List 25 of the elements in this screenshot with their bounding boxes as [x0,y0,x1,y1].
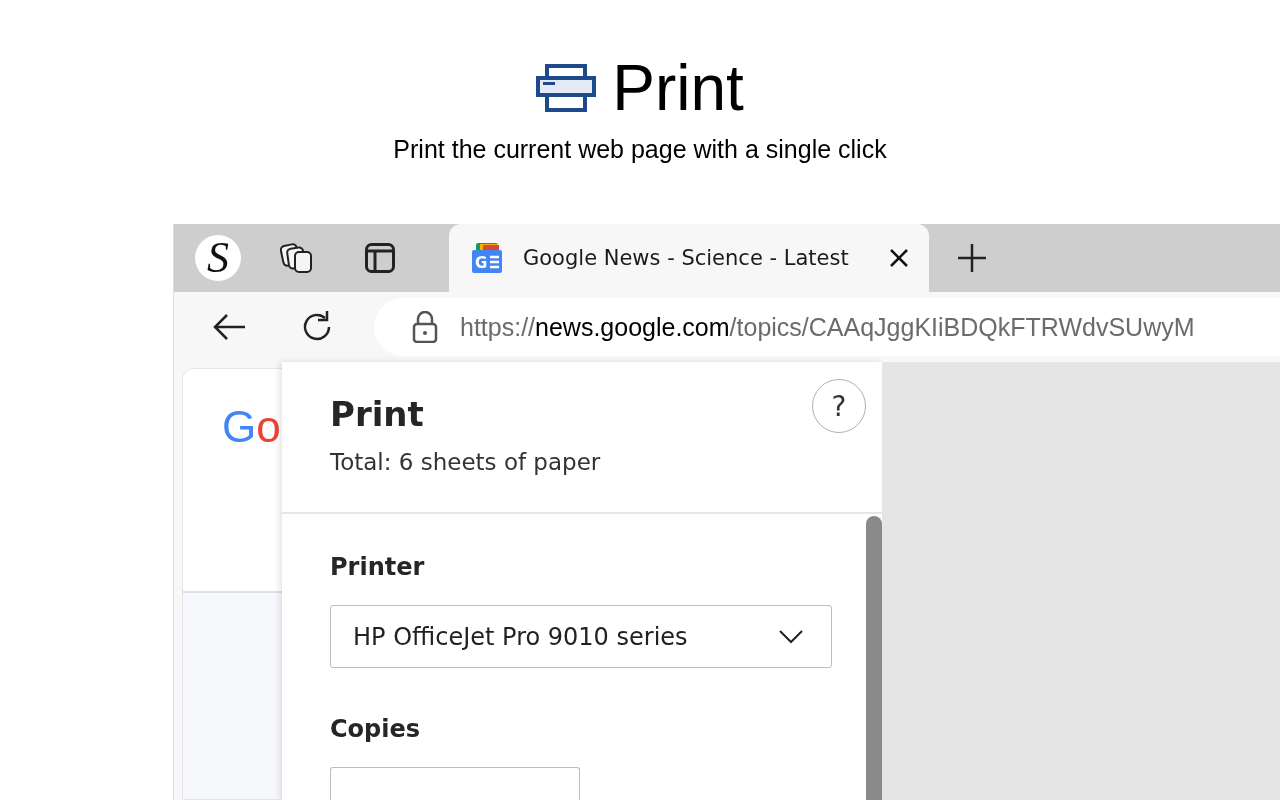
sidebar-icon[interactable] [365,243,395,273]
close-tab-icon[interactable] [889,248,909,268]
tabs-icon[interactable] [280,242,314,274]
chevron-down-icon [779,629,803,644]
scrollbar-thumb[interactable] [866,516,882,800]
sheet-total: Total: 6 sheets of paper [330,448,601,477]
new-tab-icon[interactable] [957,243,987,273]
dialog-title: Print [330,393,425,436]
browser-tab[interactable]: G Google News - Science - Latest [449,224,929,292]
google-logo: Go [222,402,281,451]
printer-dropdown[interactable]: HP OfficeJet Pro 9010 series [330,605,832,668]
lock-icon [412,311,438,343]
copies-input-field[interactable] [330,767,580,800]
favicon-letter: G [475,254,488,272]
url-text: https://news.google.com/topics/CAAqJggKIiBDQkFTRWdvSUwyM [460,312,1195,342]
field-label: Printer [330,552,426,583]
address-bar[interactable]: https://news.google.com/topics/CAAqJggKIiBDQkFTRWdvSUwyM [374,298,1280,356]
field-label: Copies [330,714,422,745]
profile-avatar[interactable]: S [195,235,241,281]
back-arrow-icon[interactable] [212,313,246,341]
news-icon [472,243,502,273]
page-title: Print [612,51,744,126]
page-subtitle: Print the current web page with a single click [392,134,888,164]
help-button[interactable]: ? [812,379,866,433]
printer-icon [536,64,597,112]
